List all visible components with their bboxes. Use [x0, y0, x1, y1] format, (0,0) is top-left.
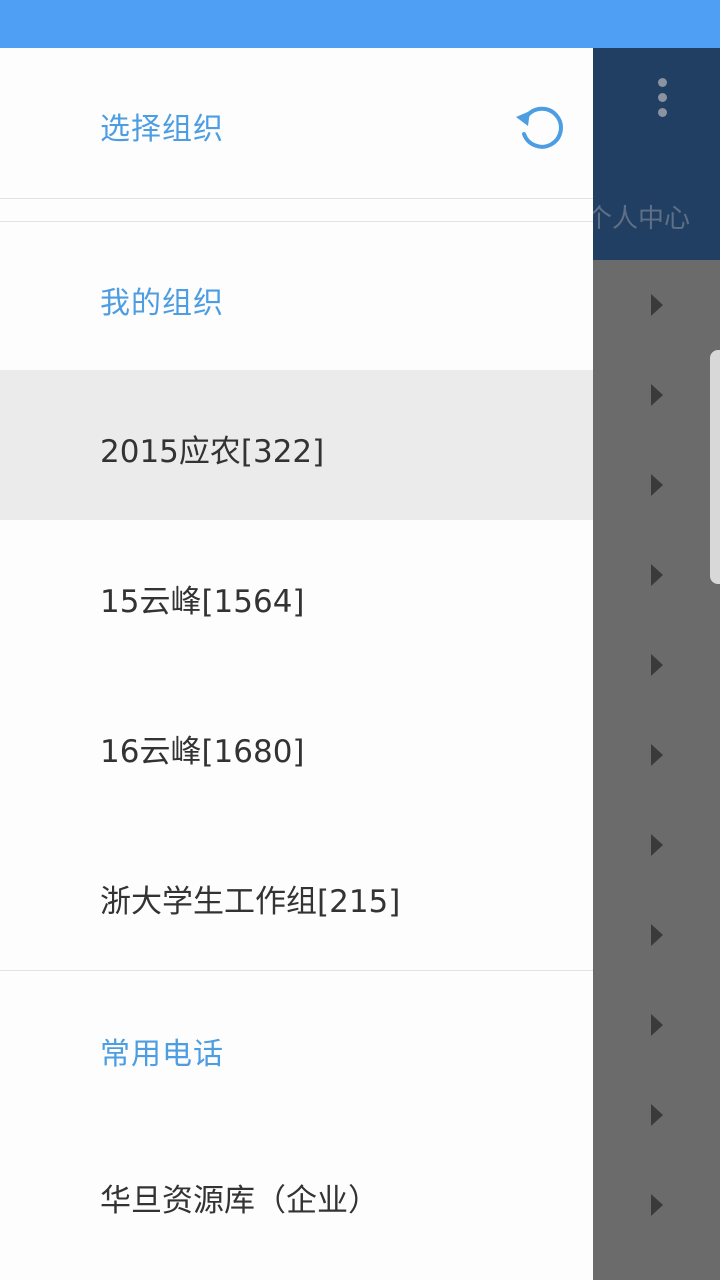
chevron-right-icon	[651, 1104, 663, 1126]
chevron-right-icon	[651, 1194, 663, 1216]
screen: 个人中心 选择组织 我的组织 2015应农[322] 15云峰[1564] 16…	[0, 0, 720, 1280]
phones-label: 常用电话	[100, 1037, 224, 1072]
status-bar	[0, 0, 720, 48]
chevron-right-icon	[651, 294, 663, 316]
org-item-label: 15云峰[1564]	[100, 584, 305, 620]
header-divider	[0, 199, 593, 222]
org-item-label: 16云峰[1680]	[100, 734, 305, 770]
org-item-zju-student-work[interactable]: 浙大学生工作组[215]	[0, 820, 593, 970]
more-vertical-icon[interactable]	[658, 78, 668, 123]
phones-section-label: 常用电话	[0, 971, 593, 1123]
refresh-icon	[516, 106, 563, 149]
phone-item-label: 华旦资源库（企业）	[100, 1183, 379, 1219]
org-item-label: 2015应农[322]	[100, 434, 325, 470]
background-tab-label: 个人中心	[586, 204, 691, 234]
my-orgs-label: 我的组织	[100, 286, 224, 321]
refresh-button[interactable]	[508, 96, 568, 156]
scrollbar[interactable]	[710, 350, 720, 584]
chevron-right-icon	[651, 924, 663, 946]
chevron-right-icon	[651, 564, 663, 586]
org-item-2015-yingnong[interactable]: 2015应农[322]	[0, 370, 593, 520]
chevron-right-icon	[651, 744, 663, 766]
chevron-right-icon	[651, 1014, 663, 1036]
org-item-15-yunfeng[interactable]: 15云峰[1564]	[0, 520, 593, 670]
my-orgs-section-label: 我的组织	[0, 222, 593, 370]
phone-item-huadan[interactable]: 华旦资源库（企业）	[0, 1123, 593, 1273]
drawer-header: 选择组织	[0, 48, 593, 199]
organization-drawer: 选择组织 我的组织 2015应农[322] 15云峰[1564] 16云峰[16…	[0, 48, 593, 1280]
chevron-right-icon	[651, 834, 663, 856]
chevron-right-icon	[651, 474, 663, 496]
org-item-label: 浙大学生工作组[215]	[100, 884, 401, 920]
org-item-16-yunfeng[interactable]: 16云峰[1680]	[0, 670, 593, 820]
chevron-right-icon	[651, 384, 663, 406]
drawer-title: 选择组织	[100, 112, 224, 147]
chevron-right-icon	[651, 654, 663, 676]
